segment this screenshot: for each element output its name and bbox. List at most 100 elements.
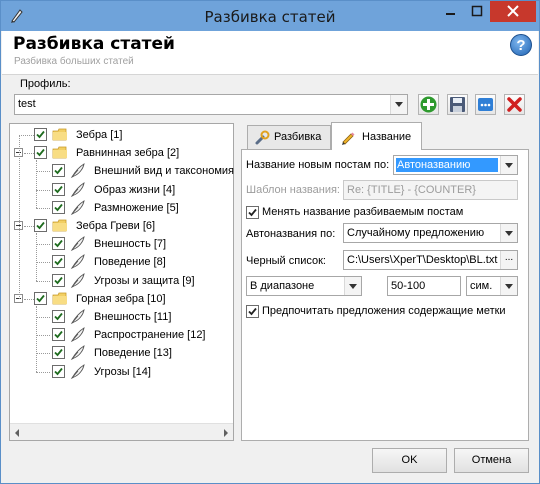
- tree-checkbox[interactable]: [34, 219, 47, 232]
- more-options-button[interactable]: [475, 94, 496, 115]
- tree-group-item[interactable]: Зебра [1]: [10, 126, 233, 144]
- tree-item[interactable]: Угрозы и защита [9]: [10, 272, 233, 290]
- tree-item-label: Поведение [8]: [94, 256, 166, 269]
- new-posts-name-select[interactable]: Автоназванию: [393, 155, 518, 175]
- dialog-header: Разбивка статей Разбивка больших статей …: [2, 31, 538, 75]
- tree-checkbox[interactable]: [52, 255, 65, 269]
- tree-item-label: Зебра Греви [6]: [76, 220, 156, 232]
- autoname-select[interactable]: Случайному предложению: [343, 223, 518, 243]
- tree-item-label: Угрозы [14]: [94, 365, 151, 378]
- help-icon[interactable]: ?: [510, 34, 532, 56]
- profile-select[interactable]: test: [14, 94, 408, 115]
- folder-icon: [52, 292, 68, 306]
- tree-item[interactable]: Угрозы [14]: [10, 363, 233, 381]
- article-icon: [70, 272, 86, 289]
- tree-checkbox[interactable]: [52, 237, 65, 251]
- checkmark-icon: [54, 240, 63, 248]
- tab-name-panel: Название новым постам по: Автоназванию Ш…: [241, 149, 529, 441]
- more-icon: [478, 98, 493, 111]
- close-icon: [507, 5, 519, 17]
- range-mode-select[interactable]: В диапазоне: [246, 276, 362, 296]
- prefer-checkbox-label: Предпочитать предложения содержащие метк…: [262, 305, 506, 317]
- tree-item[interactable]: Внешность [11]: [10, 308, 233, 326]
- range-unit-value: сим.: [470, 280, 493, 292]
- range-unit-select[interactable]: сим.: [466, 276, 518, 296]
- tree-item-label: Зебра [1]: [76, 129, 123, 141]
- maximize-button[interactable]: [464, 1, 490, 22]
- folder-icon: [52, 219, 68, 233]
- tree-checkbox[interactable]: [52, 364, 65, 378]
- tab-split[interactable]: Разбивка: [247, 125, 331, 149]
- checkmark-icon: [54, 167, 63, 175]
- article-icon: [70, 199, 86, 216]
- tree-item-label: Распространение [12]: [94, 329, 206, 342]
- title-bar[interactable]: Разбивка статей: [1, 1, 539, 31]
- tree-group-item[interactable]: Зебра Греви [6]: [10, 217, 233, 235]
- article-icon: [70, 345, 86, 361]
- save-icon: [450, 97, 465, 112]
- browse-button[interactable]: ...: [500, 251, 517, 269]
- add-profile-button[interactable]: [418, 94, 439, 115]
- checkmark-icon: [54, 276, 63, 284]
- minimize-button[interactable]: [437, 1, 464, 22]
- prefer-checkbox[interactable]: [246, 305, 259, 318]
- scroll-left-icon[interactable]: [15, 429, 19, 437]
- blacklist-field[interactable]: C:\Users\XperT\Desktop\BL.txt ...: [343, 250, 518, 270]
- tree-item[interactable]: Поведение [8]: [10, 253, 233, 271]
- tree-item[interactable]: Внешний вид и таксономия: [10, 162, 234, 180]
- tree-item-label: Внешность [11]: [94, 311, 172, 323]
- horizontal-scrollbar[interactable]: [10, 423, 233, 440]
- tree-checkbox[interactable]: [52, 164, 65, 178]
- template-label: Шаблон названия:: [246, 184, 340, 196]
- tab-split-label: Разбивка: [274, 131, 322, 143]
- new-posts-name-value: Автоназванию: [397, 159, 471, 171]
- tree-checkbox[interactable]: [52, 310, 65, 323]
- add-icon: [420, 96, 437, 113]
- range-mode-value: В диапазоне: [250, 280, 315, 292]
- tree-item[interactable]: Внешность [7]: [10, 235, 233, 253]
- checkmark-icon: [54, 367, 63, 375]
- tree-checkbox[interactable]: [52, 328, 65, 342]
- tree-group-item[interactable]: Горная зебра [10]: [10, 290, 233, 308]
- tree-item[interactable]: Поведение [13]: [10, 344, 233, 362]
- pencil-icon: [342, 132, 355, 145]
- range-input[interactable]: 50-100: [387, 276, 461, 296]
- tab-name-label: Название: [362, 131, 412, 143]
- checkmark-icon: [36, 130, 45, 139]
- tree-checkbox[interactable]: [52, 273, 65, 287]
- tab-name[interactable]: Название: [331, 122, 422, 150]
- scroll-right-icon[interactable]: [224, 429, 228, 437]
- tree-checkbox[interactable]: [34, 291, 47, 305]
- tree-item-label: Размножение [5]: [94, 201, 179, 214]
- tree-item[interactable]: Распространение [12]: [10, 326, 233, 344]
- rename-checkbox[interactable]: [246, 206, 259, 219]
- article-icon: [70, 327, 86, 343]
- tree-checkbox[interactable]: [34, 128, 47, 141]
- tree-item[interactable]: Образ жизни [4]: [10, 181, 233, 199]
- tree-item[interactable]: Размножение [5]: [10, 199, 233, 217]
- dialog-window: Разбивка статей Разбивка статей Разбивка…: [0, 0, 540, 484]
- chevron-down-icon[interactable]: [390, 95, 407, 114]
- article-icon: [70, 181, 86, 198]
- delete-icon: [507, 97, 522, 112]
- chevron-down-icon[interactable]: [500, 224, 517, 242]
- template-field[interactable]: Re: {TITLE} - {COUNTER}: [343, 180, 518, 200]
- delete-profile-button[interactable]: [504, 94, 525, 115]
- chevron-down-icon[interactable]: [500, 277, 517, 295]
- ok-button[interactable]: OK: [372, 448, 447, 473]
- tree-checkbox[interactable]: [52, 182, 65, 196]
- save-profile-button[interactable]: [447, 94, 468, 115]
- cancel-button[interactable]: Отмена: [454, 448, 529, 473]
- chevron-down-icon[interactable]: [500, 156, 517, 174]
- tree-checkbox[interactable]: [52, 346, 65, 360]
- tree-checkbox[interactable]: [34, 146, 47, 160]
- tree-group-item[interactable]: Равнинная зебра [2]: [10, 144, 233, 162]
- template-value: Re: {TITLE} - {COUNTER}: [347, 184, 476, 196]
- article-tree[interactable]: Зебра [1] Равнинная зебра [2] Внешний вид …: [9, 123, 234, 441]
- tree-item-label: Образ жизни [4]: [94, 183, 176, 196]
- tree-item-label: Поведение [13]: [94, 347, 172, 360]
- wrench-icon: [255, 130, 270, 145]
- chevron-down-icon[interactable]: [344, 277, 361, 295]
- tree-checkbox[interactable]: [52, 200, 65, 214]
- close-button[interactable]: [490, 1, 536, 22]
